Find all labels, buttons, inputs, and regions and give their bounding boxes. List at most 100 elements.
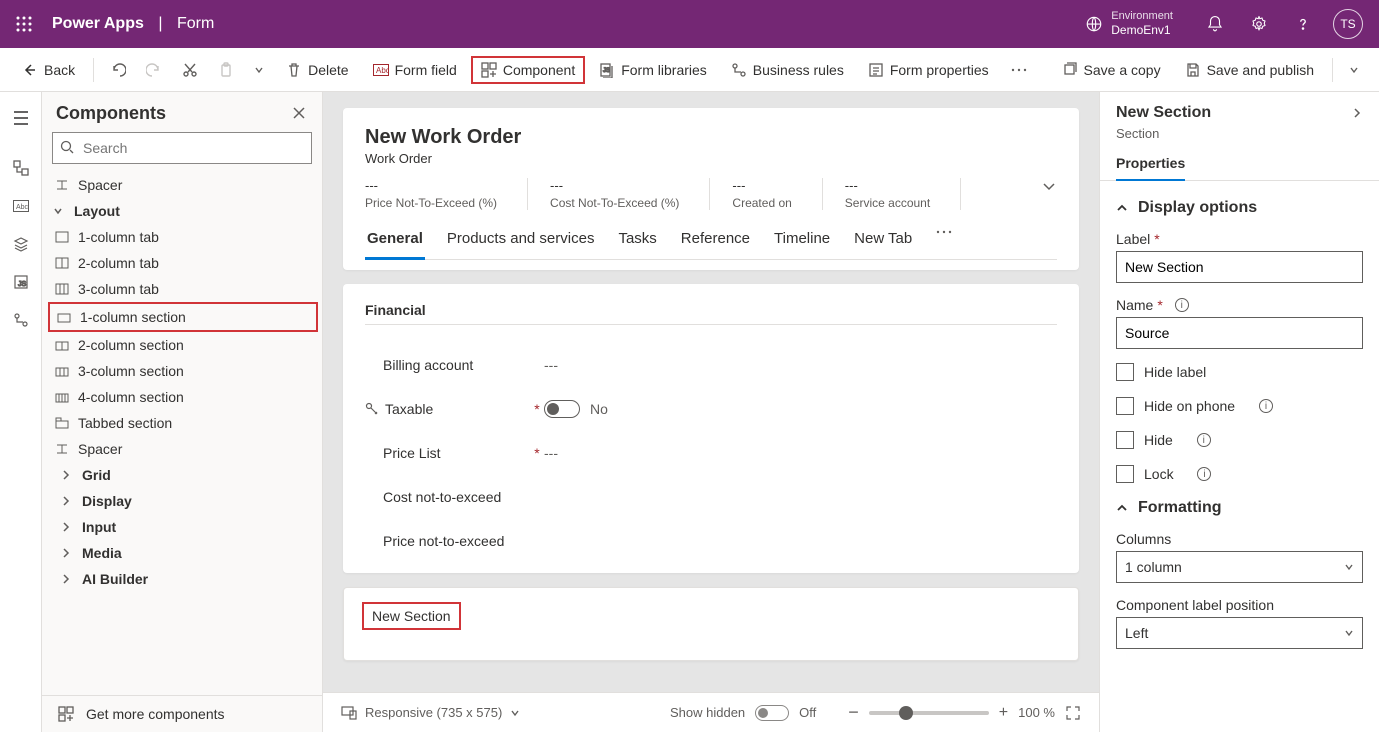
app-launcher-icon[interactable] — [8, 8, 40, 40]
save-publish-dropdown[interactable] — [1341, 59, 1367, 81]
field-price-list[interactable]: Price List * --- — [365, 431, 1057, 475]
cut-button[interactable] — [174, 56, 206, 84]
responsive-label: Responsive (735 x 575) — [365, 705, 502, 720]
cmp-2col-tab[interactable]: 2-column tab — [48, 250, 318, 276]
hf-service-account[interactable]: ---Service account — [845, 178, 961, 210]
field-price-nte[interactable]: Price not-to-exceed — [365, 519, 1057, 563]
check-lock[interactable]: Lock i — [1116, 465, 1363, 483]
hf-price-nte[interactable]: ---Price Not-To-Exceed (%) — [365, 178, 528, 210]
checkbox[interactable] — [1116, 363, 1134, 381]
info-icon[interactable]: i — [1259, 399, 1273, 413]
cmp-tabbed-section[interactable]: Tabbed section — [48, 410, 318, 436]
field-cost-nte[interactable]: Cost not-to-exceed — [365, 475, 1057, 519]
business-rules-button[interactable]: Business rules — [721, 56, 854, 84]
tab-overflow[interactable] — [934, 224, 954, 259]
hamburger-icon[interactable] — [3, 100, 39, 136]
props-expand-icon[interactable] — [1351, 107, 1363, 119]
delete-button[interactable]: Delete — [276, 56, 358, 84]
rail-layers-icon[interactable] — [3, 226, 39, 262]
tab-timeline[interactable]: Timeline — [772, 224, 832, 259]
field-taxable[interactable]: Taxable * No — [365, 387, 1057, 431]
chevron-down-icon — [50, 203, 66, 219]
cmp-spacer2[interactable]: Spacer — [48, 436, 318, 462]
paste-dropdown[interactable] — [246, 59, 272, 81]
component-icon — [481, 62, 497, 78]
component-button-highlighted[interactable]: Component — [471, 56, 585, 84]
zoom-in[interactable]: + — [999, 704, 1008, 722]
notifications-icon[interactable] — [1193, 0, 1237, 48]
group-media[interactable]: Media — [48, 540, 318, 566]
overflow-button[interactable] — [1003, 62, 1035, 78]
tab-tasks[interactable]: Tasks — [616, 224, 658, 259]
info-icon[interactable]: i — [1175, 298, 1189, 312]
name-input[interactable] — [1116, 317, 1363, 349]
cmp-2col-section[interactable]: 2-column section — [48, 332, 318, 358]
hf-created-on[interactable]: ---Created on — [732, 178, 822, 210]
columns-select[interactable]: 1 column — [1116, 551, 1363, 583]
section-new-section-card[interactable]: New Section — [343, 587, 1079, 661]
search-input[interactable] — [52, 132, 312, 164]
close-sidebar-icon[interactable] — [288, 102, 310, 124]
info-icon[interactable]: i — [1197, 467, 1211, 481]
taxable-toggle[interactable] — [544, 400, 580, 418]
environment-picker[interactable]: Environment DemoEnv1 — [1085, 10, 1173, 38]
zoom-out[interactable]: − — [848, 702, 859, 723]
rail-fields-icon[interactable]: Abc — [3, 188, 39, 224]
clp-select[interactable]: Left — [1116, 617, 1363, 649]
hf-cost-nte[interactable]: ---Cost Not-To-Exceed (%) — [550, 178, 710, 210]
tab-newtab[interactable]: New Tab — [852, 224, 914, 259]
check-hide-phone[interactable]: Hide on phone i — [1116, 397, 1363, 415]
form-field-button[interactable]: Abc Form field — [363, 56, 467, 84]
info-icon[interactable]: i — [1197, 433, 1211, 447]
cmp-spacer[interactable]: Spacer — [48, 172, 318, 198]
form-header-card[interactable]: New Work Order Work Order ---Price Not-T… — [343, 108, 1079, 270]
user-avatar[interactable]: TS — [1333, 9, 1363, 39]
group-formatting[interactable]: Formatting — [1116, 499, 1363, 517]
canvas-body[interactable]: New Work Order Work Order ---Price Not-T… — [323, 92, 1099, 692]
tab-general[interactable]: General — [365, 224, 425, 260]
group-display-options[interactable]: Display options — [1116, 199, 1363, 217]
paste-button[interactable] — [210, 56, 242, 84]
zoom-slider[interactable] — [869, 711, 989, 715]
section-financial-card[interactable]: Financial Billing account --- Taxable * … — [343, 284, 1079, 573]
undo-button[interactable] — [102, 56, 134, 84]
key-icon — [365, 402, 379, 416]
flabel: Price not-to-exceed — [383, 533, 504, 549]
check-hide-label[interactable]: Hide label — [1116, 363, 1363, 381]
settings-icon[interactable] — [1237, 0, 1281, 48]
checkbox[interactable] — [1116, 431, 1134, 449]
checkbox[interactable] — [1116, 397, 1134, 415]
label-input[interactable] — [1116, 251, 1363, 283]
tab-products[interactable]: Products and services — [445, 224, 597, 259]
field-billing-account[interactable]: Billing account --- — [365, 343, 1057, 387]
header-expand-icon[interactable] — [1041, 178, 1057, 194]
cmp-3col-section[interactable]: 3-column section — [48, 358, 318, 384]
group-aibuilder[interactable]: AI Builder — [48, 566, 318, 592]
rail-rules-icon[interactable] — [3, 302, 39, 338]
fit-icon[interactable] — [1065, 705, 1081, 721]
tab-reference[interactable]: Reference — [679, 224, 752, 259]
form-libraries-button[interactable]: JS Form libraries — [589, 56, 717, 84]
responsive-picker[interactable]: Responsive (735 x 575) — [341, 705, 520, 720]
group-display[interactable]: Display — [48, 488, 318, 514]
cmp-3col-tab[interactable]: 3-column tab — [48, 276, 318, 302]
form-properties-button[interactable]: Form properties — [858, 56, 999, 84]
save-copy-button[interactable]: Save a copy — [1052, 56, 1171, 84]
get-more-components[interactable]: Get more components — [42, 695, 322, 732]
group-input[interactable]: Input — [48, 514, 318, 540]
cmp-1col-tab[interactable]: 1-column tab — [48, 224, 318, 250]
help-icon[interactable] — [1281, 0, 1325, 48]
redo-button[interactable] — [138, 56, 170, 84]
rail-js-icon[interactable]: JS — [3, 264, 39, 300]
rail-tree-icon[interactable] — [3, 150, 39, 186]
checkbox[interactable] — [1116, 465, 1134, 483]
cmp-1col-section-highlighted[interactable]: 1-column section — [48, 302, 318, 332]
props-tab-properties[interactable]: Properties — [1116, 149, 1185, 181]
group-layout[interactable]: Layout — [48, 198, 318, 224]
back-button[interactable]: Back — [12, 56, 85, 84]
check-hide[interactable]: Hide i — [1116, 431, 1363, 449]
cmp-4col-section[interactable]: 4-column section — [48, 384, 318, 410]
show-hidden-toggle[interactable] — [755, 705, 789, 721]
save-publish-button[interactable]: Save and publish — [1175, 56, 1324, 84]
group-grid[interactable]: Grid — [48, 462, 318, 488]
